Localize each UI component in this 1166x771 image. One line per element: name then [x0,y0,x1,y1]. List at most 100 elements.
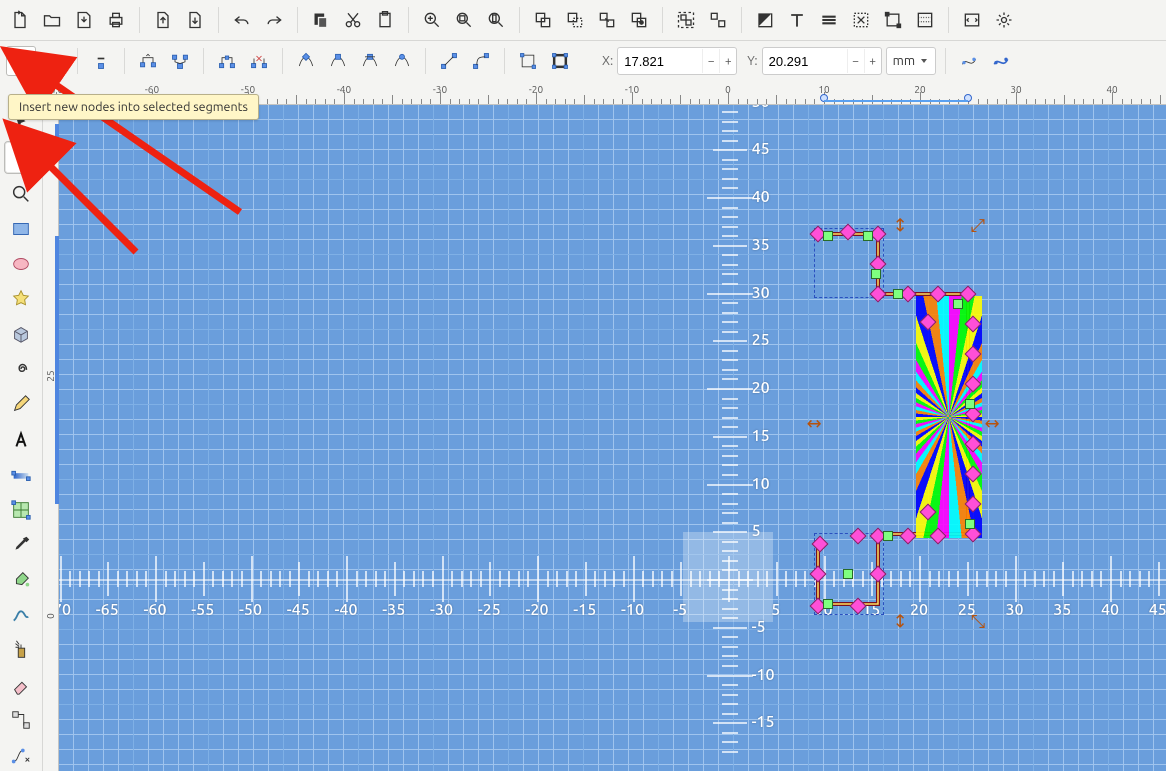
tooltip: Insert new nodes into selected segments [8,94,259,120]
y-dec[interactable]: − [847,49,864,73]
break-node-button[interactable] [134,47,162,75]
vruler-selection-b [55,236,59,504]
duplicate-button[interactable] [529,6,557,34]
separator [139,7,140,33]
clone-button[interactable] [561,6,589,34]
path-svg [58,104,1166,771]
main-toolbar [0,0,1166,41]
bucket-tool[interactable] [5,564,37,595]
new-doc-button[interactable] [6,6,34,34]
transform-arrow[interactable]: ↔ [806,414,821,435]
align-button[interactable] [847,6,875,34]
zoom-page-button[interactable] [482,6,510,34]
transform-arrow[interactable]: ↕ [892,612,907,633]
auto-node-button[interactable] [388,47,416,75]
group-button[interactable] [672,6,700,34]
y-inc[interactable]: + [864,49,881,73]
export-png-button[interactable] [181,6,209,34]
connector-tool[interactable] [5,705,37,736]
prefs-button[interactable] [990,6,1018,34]
control-handle[interactable] [883,531,893,541]
dropper-tool[interactable] [5,529,37,560]
clone-select-button[interactable] [625,6,653,34]
star-tool[interactable] [5,284,37,315]
undo-button[interactable] [228,6,256,34]
transform-arrow[interactable]: ↕ [892,216,907,237]
export-button[interactable] [149,6,177,34]
ungroup-button[interactable] [704,6,732,34]
control-handle[interactable] [953,299,963,309]
join-node-button[interactable] [166,47,194,75]
separator [948,7,949,33]
xml-button[interactable] [958,6,986,34]
fill-stroke-button[interactable] [751,6,779,34]
control-handle[interactable] [965,519,975,529]
transform-button[interactable] [879,6,907,34]
stroke-to-path-button[interactable] [546,47,574,75]
redo-button[interactable] [260,6,288,34]
curve-segment-button[interactable] [467,47,495,75]
copy-button[interactable] [307,6,335,34]
control-handle[interactable] [843,569,853,579]
node-tool[interactable] [4,141,38,174]
zoom-drawing-button[interactable] [450,6,478,34]
control-handle[interactable] [871,269,881,279]
open-button[interactable] [38,6,66,34]
transform-arrow[interactable]: ↔ [984,414,999,435]
delete-node-button[interactable] [87,47,115,75]
3dbox-tool[interactable] [5,319,37,350]
control-handle[interactable] [863,231,873,241]
canvas[interactable]: -70-65-60-55-50-45-40-35-30-25-20-15-10-… [58,104,1166,771]
pencil-tool[interactable] [5,389,37,420]
cusp-node-button[interactable] [292,47,320,75]
x-inc[interactable]: + [719,49,736,73]
x-coord-input[interactable] [618,54,702,69]
spiral-tool[interactable] [5,354,37,385]
control-handle[interactable] [965,399,975,409]
join-segment-button[interactable] [213,47,241,75]
lpe-tool[interactable] [5,740,37,771]
line-segment-button[interactable] [435,47,463,75]
print-button[interactable] [102,6,130,34]
insert-node-dropdown[interactable] [40,47,68,75]
control-handle[interactable] [893,289,903,299]
control-handle[interactable] [823,599,833,609]
y-label: Y: [747,54,757,68]
clone-unlink-button[interactable] [593,6,621,34]
smooth-node-button[interactable] [324,47,352,75]
control-handle[interactable] [823,231,833,241]
spray-tool[interactable] [5,635,37,666]
transform-arrow[interactable]: ⤢ [971,216,985,237]
unit-select[interactable]: mm [886,47,936,75]
gradient-tool[interactable] [5,459,37,490]
x-dec[interactable]: − [702,49,719,73]
separator [504,48,505,74]
delete-segment-button[interactable] [245,47,273,75]
selectors-button[interactable] [911,6,939,34]
transform-arrow[interactable]: ⤡ [971,612,985,633]
y-coord-input[interactable] [763,54,847,69]
text-dialog-button[interactable] [783,6,811,34]
rect-tool[interactable] [5,213,37,244]
separator [297,7,298,33]
separator [77,48,78,74]
tweak-tool[interactable] [5,600,37,631]
circle-tool[interactable] [5,248,37,279]
paste-button[interactable] [371,6,399,34]
mesh-tool[interactable] [5,494,37,525]
cut-button[interactable] [339,6,367,34]
x-coord-field[interactable]: −+ [617,47,737,75]
zoom-in-button[interactable] [418,6,446,34]
edit-clip-button[interactable] [955,47,983,75]
text-tool[interactable] [5,424,37,455]
separator [203,48,204,74]
insert-node-button[interactable] [6,46,36,76]
layers-button[interactable] [815,6,843,34]
zoom-tool[interactable] [5,178,37,209]
y-coord-field[interactable]: −+ [762,47,882,75]
edit-mask-button[interactable] [987,47,1015,75]
import-button[interactable] [70,6,98,34]
object-to-path-button[interactable] [514,47,542,75]
symmetric-node-button[interactable] [356,47,384,75]
eraser-tool[interactable] [5,670,37,701]
